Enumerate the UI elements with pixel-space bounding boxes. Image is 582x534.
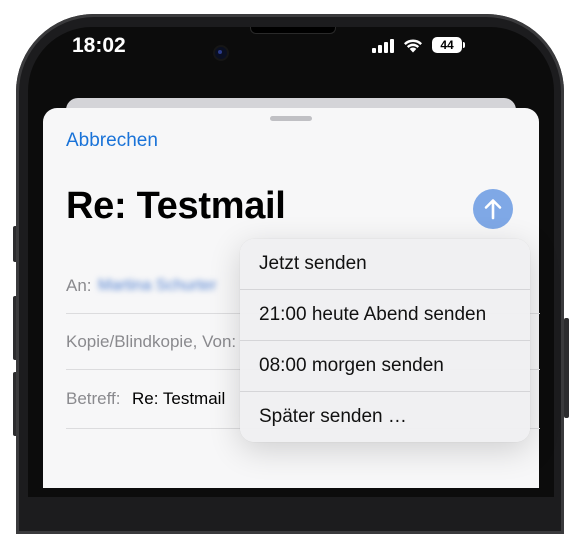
cellular-signal-icon [372, 38, 394, 53]
send-options-menu: Jetzt senden 21:00 heute Abend senden 08… [240, 239, 530, 442]
menu-item-send-later[interactable]: Später senden … [240, 392, 530, 442]
compose-title: Re: Testmail [66, 185, 286, 227]
power-button [564, 318, 569, 418]
menu-item-send-tonight[interactable]: 21:00 heute Abend senden [240, 290, 530, 340]
to-label: An: [66, 276, 92, 295]
subject-label: Betreff: [66, 389, 121, 408]
send-button[interactable] [473, 189, 513, 229]
status-time: 18:02 [72, 34, 126, 57]
to-recipient[interactable]: Martina Schurter [98, 277, 216, 295]
wifi-icon [402, 37, 424, 53]
arrow-up-icon [484, 199, 502, 220]
sheet-grabber[interactable] [270, 116, 312, 121]
cc-bcc-from-field[interactable]: Kopie/Blindkopie, Von: [66, 332, 236, 352]
battery-icon: 44 [432, 37, 465, 53]
front-camera [215, 47, 227, 59]
menu-item-send-tomorrow[interactable]: 08:00 morgen senden [240, 341, 530, 391]
menu-item-send-now[interactable]: Jetzt senden [240, 239, 530, 289]
earpiece-speaker [250, 27, 336, 34]
subject-field[interactable]: Re: Testmail [132, 389, 225, 409]
battery-level: 44 [432, 37, 462, 53]
status-icons: 44 [372, 36, 465, 54]
cancel-button[interactable]: Abbrechen [66, 130, 158, 152]
